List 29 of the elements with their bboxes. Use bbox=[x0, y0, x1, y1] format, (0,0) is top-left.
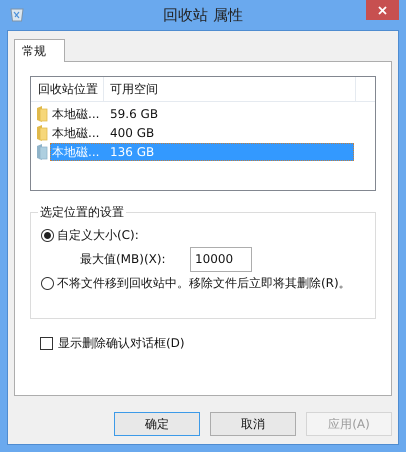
folder-icon bbox=[36, 144, 48, 160]
location-name: 本地磁... bbox=[51, 124, 100, 142]
list-row[interactable]: 本地磁... 59.6 GB bbox=[50, 104, 354, 122]
column-header[interactable]: 可用空间 bbox=[104, 77, 356, 101]
group-title: 选定位置的设置 bbox=[38, 204, 126, 220]
checkbox[interactable] bbox=[40, 336, 53, 350]
folder-icon bbox=[36, 124, 48, 140]
list-row[interactable]: 本地磁... 400 GB bbox=[50, 124, 354, 142]
column-header[interactable]: 回收站位置 bbox=[31, 77, 104, 101]
field-label: 最大值(MB)(X): bbox=[80, 251, 167, 268]
option-label: 不将文件移到回收站中。移除文件后立即将其删除(R)。 bbox=[57, 275, 351, 292]
max-size-field[interactable]: 10000 bbox=[190, 246, 252, 272]
free-space: 136 GB bbox=[109, 144, 154, 160]
option-label: 自定义大小(C): bbox=[57, 227, 139, 244]
window-title: 回收站 属性 bbox=[163, 4, 243, 26]
radio-button[interactable] bbox=[41, 228, 54, 242]
location-name: 本地磁... bbox=[51, 106, 100, 122]
recycle-bin-icon bbox=[10, 6, 24, 22]
folder-icon bbox=[36, 106, 48, 122]
tab[interactable]: 常规 bbox=[14, 39, 65, 62]
location-name: 本地磁... bbox=[51, 144, 100, 160]
dialog-button[interactable]: 取消 bbox=[210, 412, 296, 436]
checkbox-label: 显示删除确认对话框(D) bbox=[58, 335, 185, 352]
radio-button[interactable] bbox=[41, 276, 54, 290]
free-space: 59.6 GB bbox=[109, 106, 158, 122]
close-icon bbox=[378, 6, 387, 14]
close-button[interactable] bbox=[366, 0, 399, 20]
free-space: 400 GB bbox=[109, 124, 154, 142]
dialog-button[interactable]: 确定 bbox=[114, 412, 200, 436]
